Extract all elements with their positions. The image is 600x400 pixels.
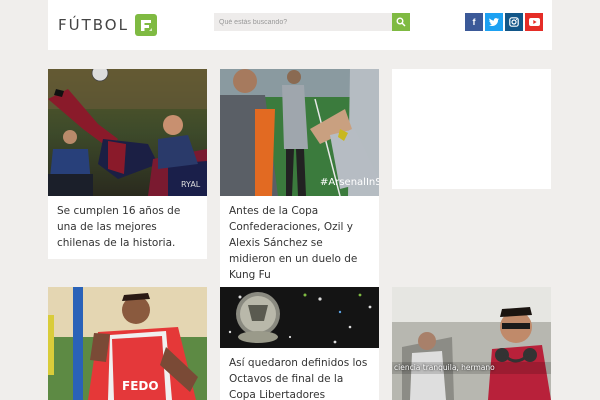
logo-text: FÚTBOL xyxy=(58,16,129,34)
search-input[interactable] xyxy=(214,13,392,31)
article-card[interactable]: FEDO xyxy=(48,287,207,400)
article-card[interactable]: Así quedaron definidos los Octavos de fi… xyxy=(220,287,379,400)
facebook-icon[interactable]: f xyxy=(465,13,483,31)
article-image-trophy[interactable] xyxy=(220,287,379,348)
article-card[interactable]: ciencia tranquila, hermano xyxy=(392,287,551,400)
image-caption: #ArsenalInSh xyxy=(320,177,379,188)
youtube-icon[interactable] xyxy=(525,13,543,31)
article-title[interactable]: Se cumplen 16 años de una de las mejores… xyxy=(48,196,207,259)
logo-f-icon xyxy=(134,14,157,36)
article-image-kung-fu[interactable]: #ArsenalInSh xyxy=(220,69,379,196)
jersey-sponsor: FEDO xyxy=(122,379,159,393)
article-image-player[interactable]: FEDO xyxy=(48,287,207,400)
article-title[interactable]: Así quedaron definidos los Octavos de fi… xyxy=(220,348,379,400)
social-links: f xyxy=(465,13,543,31)
article-image-video[interactable]: ciencia tranquila, hermano xyxy=(392,287,551,400)
article-title[interactable]: Antes de la Copa Confederaciones, Ozil y… xyxy=(220,196,379,291)
twitter-icon[interactable] xyxy=(485,13,503,31)
instagram-icon[interactable] xyxy=(505,13,523,31)
site-header: FÚTBOL f xyxy=(48,0,552,50)
ad-placeholder xyxy=(392,69,551,189)
site-logo[interactable]: FÚTBOL xyxy=(58,13,157,37)
article-image-bicycle-kick[interactable]: RYAL xyxy=(48,69,207,196)
search-bar xyxy=(214,13,410,31)
article-card[interactable]: #ArsenalInSh Antes de la Copa Confederac… xyxy=(220,69,379,291)
article-card[interactable]: RYAL Se cumplen 16 años de una de las me… xyxy=(48,69,207,259)
search-icon xyxy=(396,17,406,27)
jersey-text: RYAL xyxy=(181,180,201,189)
video-subtitle: ciencia tranquila, hermano xyxy=(394,363,495,372)
search-button[interactable] xyxy=(392,13,410,31)
